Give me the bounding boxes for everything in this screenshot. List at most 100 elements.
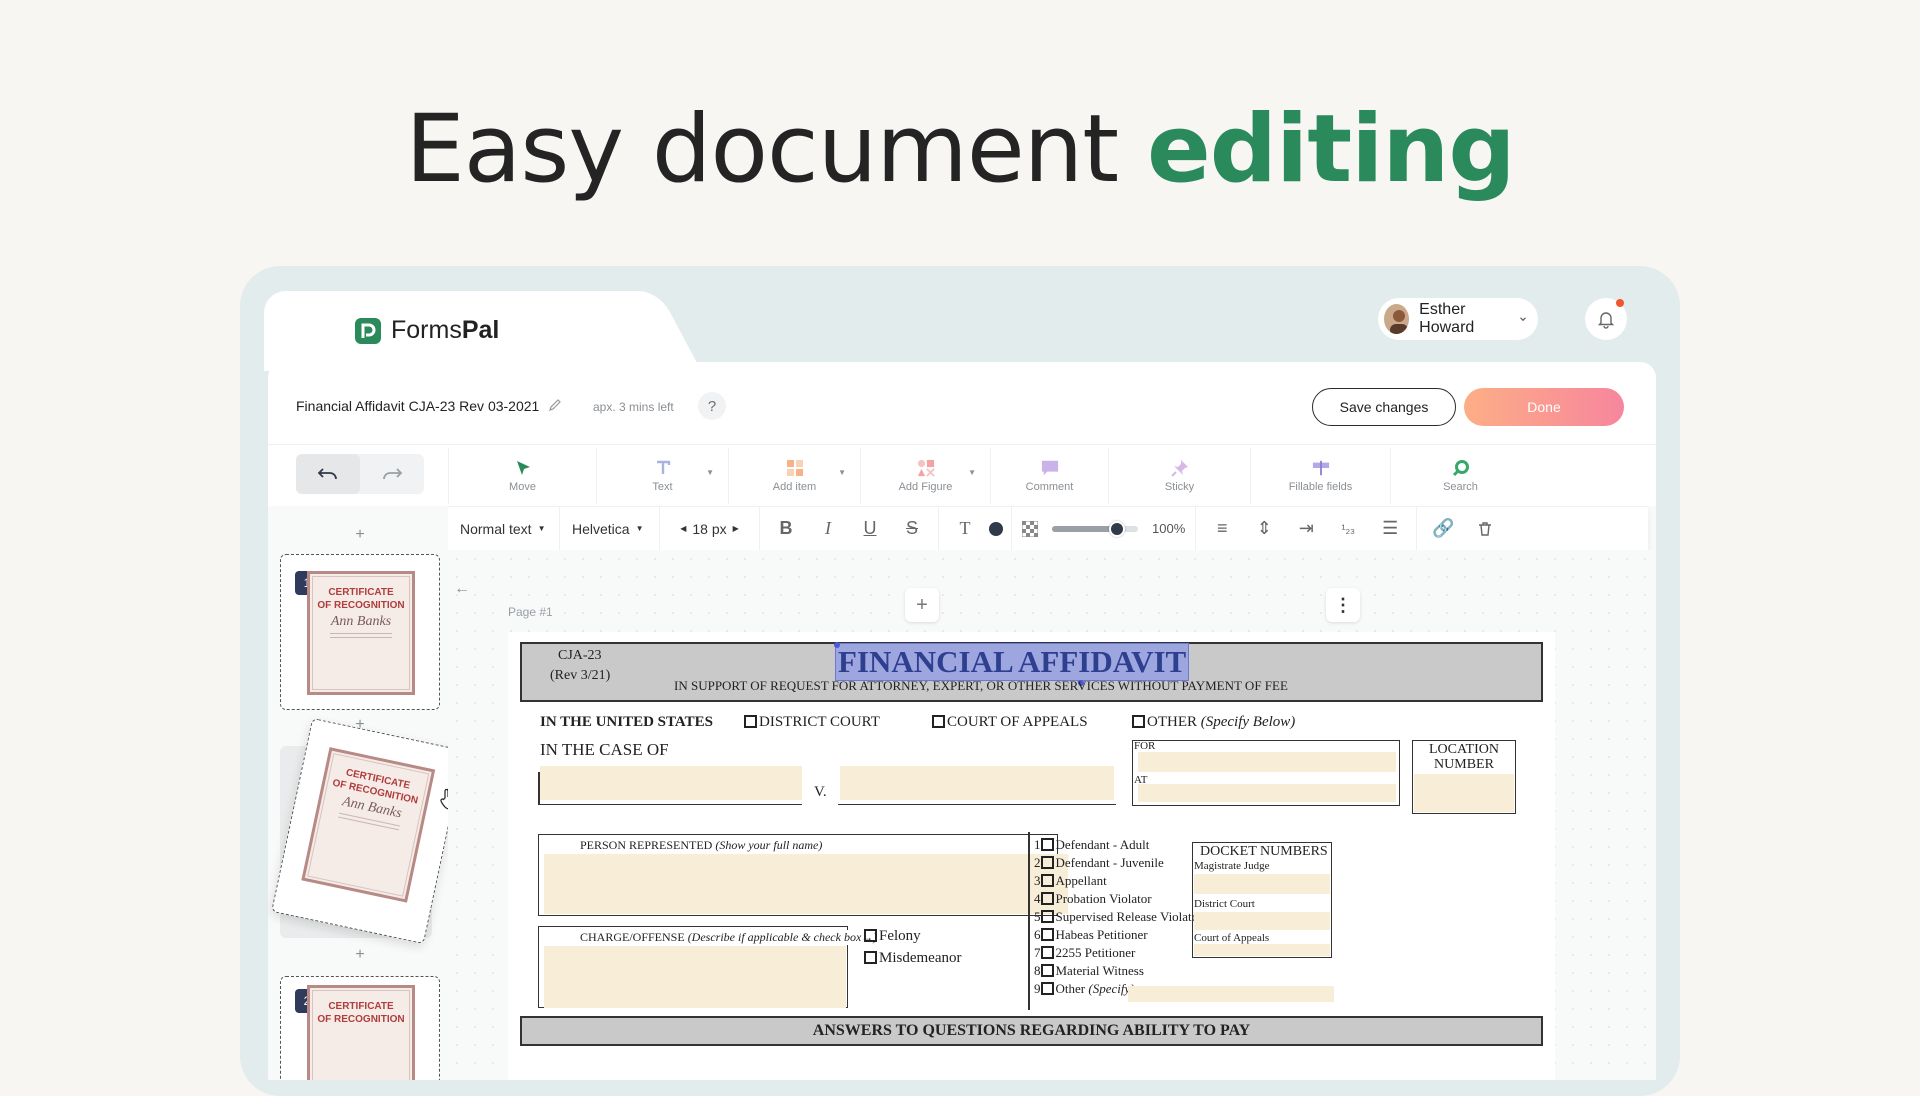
tool-search[interactable]: Search [1390,448,1530,504]
slider-handle[interactable] [1108,520,1125,537]
role-item[interactable]: 7 2255 Petitioner [1034,944,1203,962]
divider [538,772,540,804]
checkbox[interactable] [1132,715,1145,728]
role-item[interactable]: 4 Probation Violator [1034,890,1203,908]
page-thumb-1[interactable]: 1 CERTIFICATE OF RECOGNITION Ann Banks [280,554,440,710]
location-field[interactable] [1414,774,1514,812]
form-code: CJA-23 [558,648,602,663]
case-opponent-field[interactable] [840,766,1114,800]
page-thumb-2[interactable]: 2 CERTIFICATE OF RECOGNITION [280,976,440,1080]
vertical-align-icon[interactable]: ⇕ [1246,518,1282,539]
role-item[interactable]: 6 Habeas Petitioner [1034,926,1203,944]
role-label: Supervised Release Violator [1055,909,1203,924]
italic-icon[interactable]: I [810,518,846,539]
selection-handle[interactable] [834,642,840,648]
district-court-field[interactable] [1194,912,1330,930]
pages-sidebar: + 1 CERTIFICATE OF RECOGNITION Ann Banks… [268,506,465,1080]
add-page-icon[interactable]: + [350,946,370,964]
caret-down-icon[interactable]: ▼ [838,468,846,477]
checkbox-other[interactable]: OTHER (Specify Below) [1132,714,1295,731]
color-swatch[interactable] [989,521,1003,536]
opacity-slider[interactable] [1052,520,1138,537]
person-field[interactable] [544,854,1068,914]
help-button[interactable]: ? [698,392,726,420]
increase-icon[interactable]: ▶ [733,524,739,533]
text-style-select[interactable]: Normal text ▼ [448,506,560,551]
strikethrough-icon[interactable]: S [894,518,930,539]
trash-icon[interactable] [1467,521,1503,537]
for-field[interactable] [1138,752,1396,772]
font-select[interactable]: Helvetica ▼ [560,506,660,551]
court-appeals-field[interactable] [1194,944,1330,956]
underline-icon[interactable]: U [852,518,888,539]
text-icon [656,460,670,474]
tool-comment[interactable]: Comment [990,448,1108,504]
add-page-icon[interactable]: + [350,526,370,544]
done-button[interactable]: Done [1464,388,1624,426]
checkbox[interactable] [1040,982,1054,995]
tool-sticky[interactable]: Sticky [1108,448,1250,504]
indent-icon[interactable]: ⇥ [1288,518,1324,539]
checkbox[interactable] [864,929,877,942]
chevron-down-icon [1520,317,1526,322]
role-item[interactable]: 3 Appellant [1034,872,1203,890]
tool-text[interactable]: Text ▼ [596,448,728,504]
redo-icon [383,468,403,480]
role-item[interactable]: 2 Defendant - Juvenile [1034,854,1203,872]
certificate-preview: CERTIFICATE OF RECOGNITION Ann Banks [301,747,436,903]
tool-label: Add item [772,481,817,493]
role-item[interactable]: 5 Supervised Release Violator [1034,908,1203,926]
text-color-icon[interactable]: T [947,518,983,539]
checkbox[interactable] [1040,964,1054,977]
tool-add-item[interactable]: Add item ▼ [728,448,860,504]
caret-down-icon[interactable]: ▼ [706,468,714,477]
checkbox-felony[interactable]: Felony [864,928,921,945]
bold-icon[interactable]: B [768,518,804,539]
align-left-icon[interactable]: ≡ [1204,518,1240,539]
tool-label: Search [1443,481,1478,493]
other-specify-field[interactable] [1128,986,1334,1002]
divider [1028,832,1030,1010]
pencil-icon[interactable] [548,398,562,412]
checkbox[interactable] [1040,856,1054,869]
checkbox[interactable] [1040,874,1054,887]
caret-down-icon[interactable]: ▼ [968,468,976,477]
numbering-icon[interactable]: ¹₂₃ [1330,522,1366,536]
checkbox[interactable] [1040,838,1054,851]
checkbox-appeals[interactable]: COURT OF APPEALS [932,714,1088,731]
tool-move[interactable]: Move [448,448,596,504]
checkbox[interactable] [744,715,757,728]
page-menu-button[interactable]: ⋮ [1326,588,1360,622]
label: PERSON REPRESENTED (Show your full name) [578,838,825,853]
collapse-sidebar-icon[interactable]: ← [454,580,470,598]
tool-fillable-fields[interactable]: Fillable fields [1250,448,1390,504]
redo-button[interactable] [360,454,424,494]
font-size-stepper[interactable]: ◀ 18 px ▶ [660,506,760,551]
logo[interactable]: FormsPal [355,316,499,345]
role-item[interactable]: 8 Material Witness [1034,962,1203,980]
save-changes-button[interactable]: Save changes [1312,388,1456,426]
user-menu[interactable]: Esther Howard [1378,298,1538,340]
checkbox[interactable] [864,951,877,964]
decrease-icon[interactable]: ◀ [680,524,686,533]
add-page-button[interactable]: + [905,588,939,622]
magistrate-field[interactable] [1194,874,1330,894]
tool-add-figure[interactable]: Add Figure ▼ [860,448,990,504]
at-field[interactable] [1138,784,1396,802]
checkbox[interactable] [1040,946,1054,959]
charge-field[interactable] [544,946,846,1008]
checkbox[interactable] [1040,928,1054,941]
notification-button[interactable] [1585,298,1627,340]
checkbox-misdemeanor[interactable]: Misdemeanor [864,950,961,967]
checkbox[interactable] [1040,892,1054,905]
role-item[interactable]: 1 Defendant - Adult [1034,836,1203,854]
checkbox-district[interactable]: DISTRICT COURT [744,714,880,731]
document-page: CJA-23 (Rev 3/21) FINANCIAL AFFIDAVIT IN… [508,632,1555,1080]
undo-button[interactable] [296,454,360,494]
form-title-selected[interactable]: FINANCIAL AFFIDAVIT [834,643,1190,681]
checkbox[interactable] [1040,910,1054,923]
bullet-list-icon[interactable]: ☰ [1372,518,1408,539]
case-party-field[interactable] [540,766,802,800]
link-icon[interactable]: 🔗 [1425,518,1461,539]
checkbox[interactable] [932,715,945,728]
